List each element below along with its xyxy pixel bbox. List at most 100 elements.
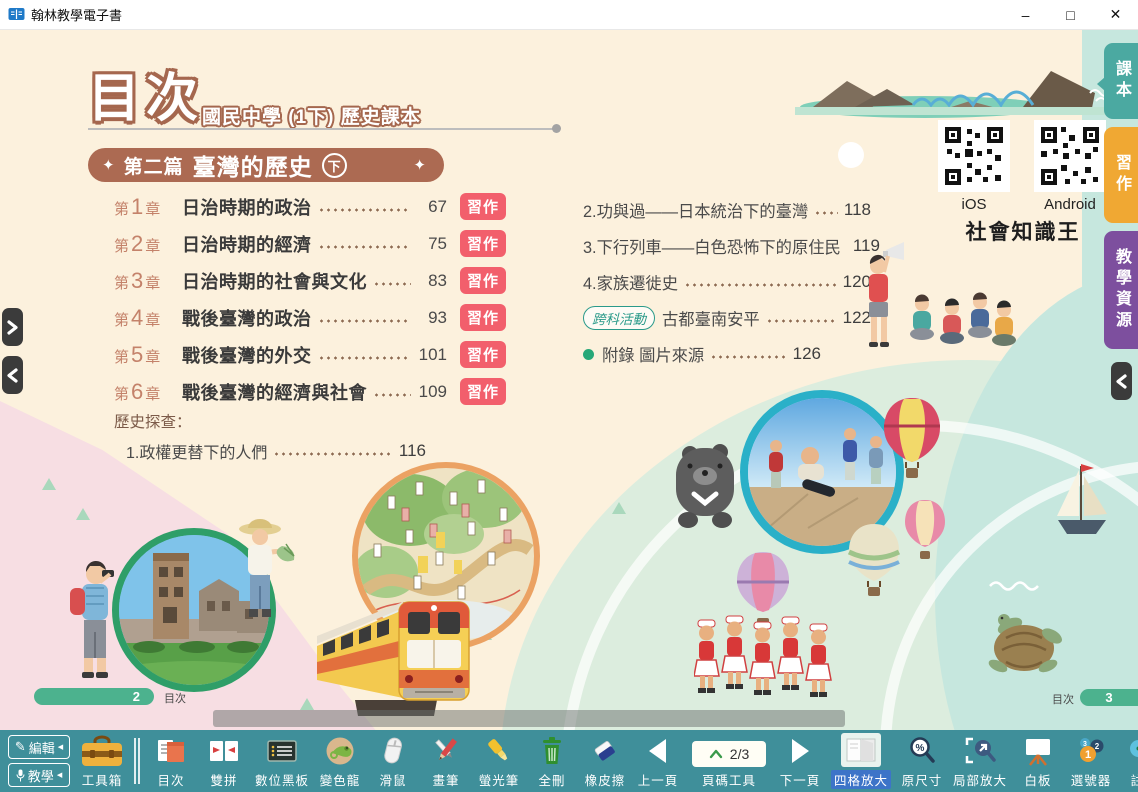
entry-page: 116 [399,441,426,461]
entry-text: 3.下行列車——白色恐怖下的原住民 [583,234,841,258]
toolbar-item-mouse[interactable]: 滑鼠 [371,733,415,789]
book-spread: 目次 國民中學 (1下) 歷史課本 ✦ 第二篇 臺灣的歷史 下 ✦ 第1章 日治… [0,30,1138,730]
toolbar-item-partial-zoom[interactable]: 局部放大 [953,733,1007,789]
black-bear-illustration [668,442,744,530]
maximize-button[interactable]: □ [1048,0,1093,29]
toc-chapter-row[interactable]: 第6章 戰後臺灣的經濟與社會 109 習作 [114,373,506,410]
dot-leader [814,209,838,217]
toolbar-item-chameleon[interactable]: 變色龍 [318,733,362,789]
page-footer-label-left: 目次 [164,690,186,706]
toolbar-item-next-page[interactable]: 下一頁 [778,733,822,789]
horizontal-scrollbar[interactable] [213,710,845,727]
qr-label-android: Android [1044,196,1096,213]
chameleon-icon [325,735,355,767]
original-size-icon: % [907,735,937,767]
toolbar-item-dual-page[interactable]: 雙拼 [202,733,246,789]
toc-entry-row[interactable]: 3.下行列車——白色恐怖下的原住民 119 [583,228,871,264]
tab-resources[interactable]: 教學資源 [1104,231,1138,349]
toc-entry-row[interactable]: 4.家族遷徙史 120 [583,264,871,300]
bullet-dot-icon [583,349,594,360]
toolbar-item-toc[interactable]: 目次 [149,733,193,789]
dot-leader [373,391,411,399]
minimize-button[interactable]: – [1003,0,1048,29]
toc-chapter-row[interactable]: 第4章 戰後臺灣的政治 93 習作 [114,299,506,336]
deco-triangle [76,508,90,520]
toolbar-divider [134,738,140,784]
sparkle-icon: ✦ [413,156,426,174]
deco-triangle [612,502,626,514]
cross-activity-row[interactable]: 跨科活動 古都臺南安平 122 [583,300,871,336]
pen-icon [431,735,461,767]
workbook-badge-button[interactable]: 習作 [460,193,506,220]
svg-text:2: 2 [1095,742,1100,751]
appendix-row[interactable]: 附錄 圖片來源 126 [583,336,821,372]
chapter-number: 第1章 [114,194,182,220]
dot-leader [318,354,411,362]
page-indicator[interactable]: 2/3 [692,741,766,767]
toolbar-item-prev-page[interactable]: 上一頁 [636,733,680,789]
coast-bridge-illustration [795,55,1105,127]
workbook-badge-button[interactable]: 習作 [460,267,506,294]
window-titlebar: 翰林教學電子書 – □ ✕ [0,0,1138,30]
panel-collapse-button[interactable] [2,356,23,394]
toc-chapter-row[interactable]: 第2章 日治時期的經濟 75 習作 [114,225,506,262]
toolbar-item-eraser[interactable]: 橡皮擦 [583,733,627,789]
entry-text: 附錄 圖片來源 [602,342,704,366]
toolbox-button[interactable]: 工具箱 [79,733,125,789]
page-title: 目次 [88,56,204,131]
toolbar-item-original-size[interactable]: % 原尺寸 [900,733,944,789]
toolbar-item-annotation[interactable]: 註釋 [1122,733,1138,789]
chapter-number: 第6章 [114,379,182,405]
arrow-left-icon: ◀ [58,743,63,751]
side-panel-collapse-button[interactable] [1111,362,1132,400]
dot-leader [684,281,837,289]
toolbar-item-blackboard[interactable]: 數位黑板 [255,733,309,789]
hiker-illustration [44,552,140,700]
edit-mode-button[interactable]: ✎ 編輯 ◀ [8,735,70,759]
toc-chapter-row[interactable]: 第3章 日治時期的社會與文化 83 習作 [114,262,506,299]
dot-leader [318,206,411,214]
tab-textbook[interactable]: 課本 [1104,43,1138,119]
app-window: { "window": { "title": "翰林教學電子書", "contr… [0,0,1138,792]
svg-text:1: 1 [1085,749,1091,761]
workbook-badge-button[interactable]: 習作 [460,341,506,368]
workbook-badge-button[interactable]: 習作 [460,378,506,405]
chapter-title: 日治時期的經濟 [182,231,312,257]
toc-chapter-row[interactable]: 第5章 戰後臺灣的外交 101 習作 [114,336,506,373]
workbook-badge-button[interactable]: 習作 [460,230,506,257]
explore-heading: 歷史探查： [114,410,426,432]
partial-zoom-icon [964,735,996,767]
close-button[interactable]: ✕ [1093,0,1138,29]
tab-workbook[interactable]: 習作 [1104,127,1138,223]
chevron-up-icon [709,749,723,759]
sea-turtle-illustration [980,608,1068,682]
toc-entry-row[interactable]: 1.政權更替下的人們 116 [114,439,426,463]
toolbar-item-delete-all[interactable]: 全刪 [530,733,574,789]
toolbar-item-quad-zoom[interactable]: 四格放大 [831,733,891,789]
toolbar-item-number-picker[interactable]: 321 選號器 [1069,733,1113,789]
cross-activity-tag: 跨科活動 [583,306,655,330]
sailboat-illustration [1050,460,1112,548]
window-title: 翰林教學電子書 [31,5,122,24]
app-icon [8,7,25,22]
hot-air-balloon [880,396,944,484]
page-footer-label-right: 目次 [1052,691,1074,707]
toc-entry-row[interactable]: 2.功與過——日本統治下的臺灣 118 [583,192,871,228]
dual-page-icon [209,735,239,767]
toolbar-item-highlighter[interactable]: 螢光筆 [477,733,521,789]
toc-chapter-row[interactable]: 第1章 日治時期的政治 67 習作 [114,188,506,225]
dot-leader [273,450,393,458]
teach-mode-button[interactable]: 教學 ◀ [8,763,70,787]
hot-air-balloon [845,522,903,602]
toolbar-item-page-tool[interactable]: 2/3 頁碼工具 [689,733,769,789]
aboriginal-dancers-illustration [694,612,836,710]
wave-lines [988,578,1044,594]
number-picker-icon: 321 [1076,735,1106,767]
chapter-title: 日治時期的政治 [182,194,312,220]
workbook-badge-button[interactable]: 習作 [460,304,506,331]
eraser-icon [590,735,620,767]
chapter-number: 第3章 [114,268,182,294]
toolbar-item-pen[interactable]: 畫筆 [424,733,468,789]
toolbar-item-whiteboard[interactable]: 白板 [1016,733,1060,789]
panel-expand-button[interactable] [2,308,23,346]
